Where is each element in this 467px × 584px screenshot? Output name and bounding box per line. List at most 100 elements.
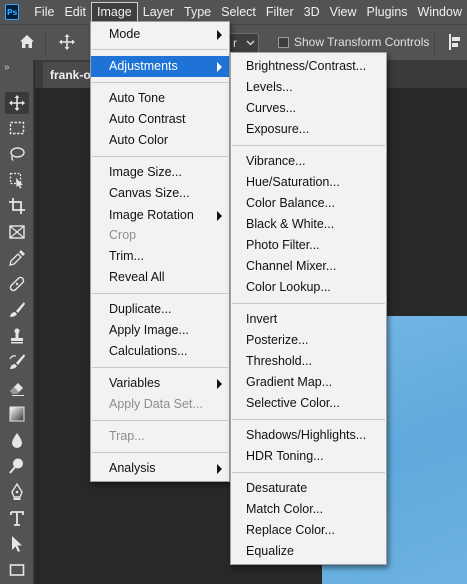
menu-item-calculations[interactable]: Calculations... xyxy=(91,341,229,362)
menu-filter[interactable]: Filter xyxy=(261,2,299,22)
menu-item-trim[interactable]: Trim... xyxy=(91,246,229,267)
menu-item-invert[interactable]: Invert xyxy=(231,309,386,330)
menu-item-label: Analysis xyxy=(109,461,156,475)
home-icon[interactable] xyxy=(18,33,36,51)
menu-select[interactable]: Select xyxy=(216,2,261,22)
menu-item-label: Auto Contrast xyxy=(109,112,186,126)
rectangle-tool-icon[interactable] xyxy=(5,559,29,581)
menu-item-mode[interactable]: Mode xyxy=(91,24,229,45)
menu-view[interactable]: View xyxy=(325,2,362,22)
menu-item-levels[interactable]: Levels... xyxy=(231,77,386,98)
menu-item-replace-color[interactable]: Replace Color... xyxy=(231,520,386,541)
crop-tool-icon[interactable] xyxy=(5,195,29,217)
submenu-arrow-icon xyxy=(217,379,222,389)
menu-item-label: Calculations... xyxy=(109,344,188,358)
submenu-arrow-icon xyxy=(217,464,222,474)
menu-item-channel-mixer[interactable]: Channel Mixer... xyxy=(231,256,386,277)
lasso-tool-icon[interactable] xyxy=(5,143,29,165)
menu-bar: Ps File Edit Image Layer Type Select Fil… xyxy=(0,0,467,24)
align-icon[interactable] xyxy=(448,34,462,50)
chevron-down-icon xyxy=(246,40,255,46)
menu-item-brightness-contrast[interactable]: Brightness/Contrast... xyxy=(231,56,386,77)
brush-tool-icon[interactable] xyxy=(5,299,29,321)
show-transform-label: Show Transform Controls xyxy=(294,35,430,49)
menu-item-exposure[interactable]: Exposure... xyxy=(231,119,386,140)
menu-item-apply-data-set: Apply Data Set... xyxy=(91,394,229,415)
menu-item-hdr-toning[interactable]: HDR Toning... xyxy=(231,446,386,467)
menu-separator xyxy=(232,472,385,473)
auto-select-dropdown[interactable]: r xyxy=(229,33,259,53)
menu-separator xyxy=(92,367,228,368)
photoshop-logo-icon: Ps xyxy=(5,4,20,20)
menu-item-variables[interactable]: Variables xyxy=(91,373,229,394)
options-divider xyxy=(434,31,435,55)
menu-item-match-color[interactable]: Match Color... xyxy=(231,499,386,520)
menu-item-curves[interactable]: Curves... xyxy=(231,98,386,119)
clone-stamp-tool-icon[interactable] xyxy=(5,325,29,347)
move-tool-icon[interactable] xyxy=(5,92,29,114)
menu-item-desaturate[interactable]: Desaturate xyxy=(231,478,386,499)
eraser-tool-icon[interactable] xyxy=(5,377,29,399)
menu-item-crop: Crop xyxy=(91,225,229,246)
menu-item-hue-saturation[interactable]: Hue/Saturation... xyxy=(231,172,386,193)
menu-item-auto-color[interactable]: Auto Color xyxy=(91,130,229,151)
path-selection-tool-icon[interactable] xyxy=(5,533,29,555)
menu-item-image-rotation[interactable]: Image Rotation xyxy=(91,205,229,226)
menu-item-auto-tone[interactable]: Auto Tone xyxy=(91,88,229,109)
menu-item-label: Duplicate... xyxy=(109,302,172,316)
menu-item-equalize[interactable]: Equalize xyxy=(231,541,386,562)
submenu-arrow-icon xyxy=(217,211,222,221)
menu-item-vibrance[interactable]: Vibrance... xyxy=(231,151,386,172)
menu-item-shadows-highlights[interactable]: Shadows/Highlights... xyxy=(231,425,386,446)
menu-3d[interactable]: 3D xyxy=(299,2,325,22)
menu-item-auto-contrast[interactable]: Auto Contrast xyxy=(91,109,229,130)
menu-item-gradient-map[interactable]: Gradient Map... xyxy=(231,372,386,393)
tools-panel: » xyxy=(0,60,34,584)
menu-item-label: Adjustments xyxy=(109,59,178,73)
menu-plugins[interactable]: Plugins xyxy=(362,2,413,22)
gradient-tool-icon[interactable] xyxy=(5,403,29,425)
menu-item-trap: Trap... xyxy=(91,426,229,447)
menu-item-label: Mode xyxy=(109,27,141,41)
eyedropper-tool-icon[interactable] xyxy=(5,247,29,269)
menu-item-posterize[interactable]: Posterize... xyxy=(231,330,386,351)
dodge-tool-icon[interactable] xyxy=(5,455,29,477)
menu-layer[interactable]: Layer xyxy=(138,2,179,22)
menu-edit[interactable]: Edit xyxy=(59,2,91,22)
menu-image[interactable]: Image xyxy=(91,2,138,22)
menu-separator xyxy=(92,49,228,50)
menu-item-label: Canvas Size... xyxy=(109,186,190,200)
menu-separator xyxy=(232,303,385,304)
frame-tool-icon[interactable] xyxy=(5,221,29,243)
type-tool-icon[interactable] xyxy=(5,507,29,529)
menu-item-color-balance[interactable]: Color Balance... xyxy=(231,193,386,214)
menu-item-threshold[interactable]: Threshold... xyxy=(231,351,386,372)
menu-item-label: Auto Color xyxy=(109,133,169,147)
menu-item-color-lookup[interactable]: Color Lookup... xyxy=(231,277,386,298)
menu-type[interactable]: Type xyxy=(179,2,216,22)
menu-item-adjustments[interactable]: Adjustments xyxy=(91,56,229,77)
object-selection-tool-icon[interactable] xyxy=(5,169,29,191)
history-brush-tool-icon[interactable] xyxy=(5,351,29,373)
menu-item-selective-color[interactable]: Selective Color... xyxy=(231,393,386,414)
show-transform-checkbox[interactable] xyxy=(278,37,289,48)
menu-item-duplicate[interactable]: Duplicate... xyxy=(91,299,229,320)
menu-separator xyxy=(92,293,228,294)
menu-separator xyxy=(232,145,385,146)
collapse-panel-icon[interactable]: » xyxy=(4,62,10,73)
blur-tool-icon[interactable] xyxy=(5,429,29,451)
menu-window[interactable]: Window xyxy=(413,2,467,22)
menu-item-black-white[interactable]: Black & White... xyxy=(231,214,386,235)
menu-item-apply-image[interactable]: Apply Image... xyxy=(91,320,229,341)
healing-brush-tool-icon[interactable] xyxy=(5,273,29,295)
menu-item-analysis[interactable]: Analysis xyxy=(91,458,229,479)
menu-file[interactable]: File xyxy=(29,2,59,22)
move-tool-icon[interactable] xyxy=(58,33,76,51)
menu-item-canvas-size[interactable]: Canvas Size... xyxy=(91,183,229,204)
marquee-tool-icon[interactable] xyxy=(5,117,29,139)
menu-item-label: Apply Image... xyxy=(109,323,189,337)
menu-item-image-size[interactable]: Image Size... xyxy=(91,162,229,183)
menu-item-reveal-all[interactable]: Reveal All xyxy=(91,267,229,288)
menu-item-photo-filter[interactable]: Photo Filter... xyxy=(231,235,386,256)
pen-tool-icon[interactable] xyxy=(5,481,29,503)
